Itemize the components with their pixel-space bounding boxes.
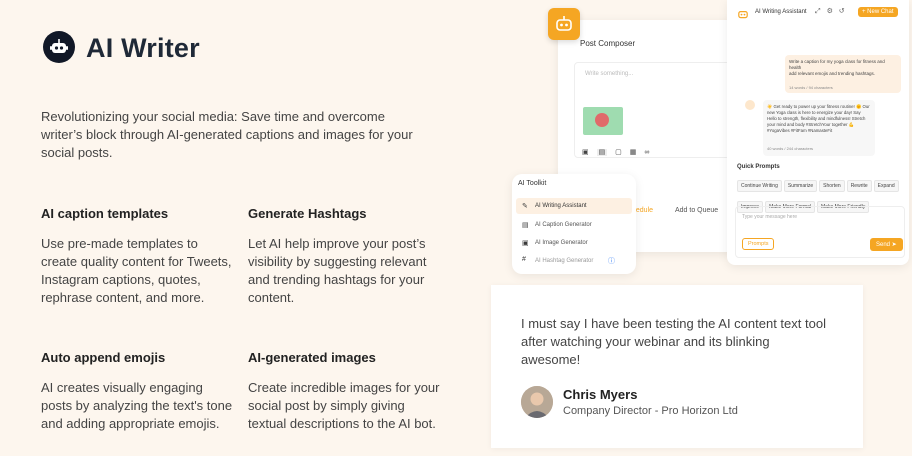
toolkit-item-label: AI Hashtag Generator	[535, 258, 594, 264]
brand-name: AI Writer	[86, 33, 200, 63]
prompts-button[interactable]: Prompts	[742, 238, 775, 250]
ai-toolkit-menu: AI Toolkit ✎ AI Writing Assistant ▤ AI C…	[512, 174, 636, 274]
assistant-title: AI Writing Assistant	[755, 9, 807, 15]
composer-placeholder: Write something...	[585, 71, 634, 77]
assistant-header-icons: ⤢ ⚙ ↺	[815, 7, 845, 16]
feature-title: Auto append emojis	[41, 350, 166, 365]
testimonial-quote: I must say I have been testing the AI co…	[521, 316, 826, 367]
attached-image	[583, 107, 623, 135]
feature-text: Use pre-made templates to create quality…	[41, 236, 232, 305]
add-to-queue-button[interactable]: Add to Queue	[675, 207, 718, 214]
prompt-chip[interactable]: Rewrite	[846, 180, 872, 192]
ai-badge	[548, 8, 580, 40]
composer-title: Post Composer	[580, 39, 636, 48]
info-icon: ⓘ	[608, 258, 615, 265]
intro-text: Revolutionizing your social media: Save …	[41, 109, 413, 160]
prompt-chip[interactable]: Expand	[873, 180, 899, 192]
composer-textarea[interactable]: Write something...	[574, 62, 736, 158]
toolkit-item-label: AI Image Generator	[535, 240, 588, 246]
testimonial-role: Company Director - Pro Horizon Ltd	[563, 405, 738, 417]
toolkit-item-image-generator[interactable]: ▣ AI Image Generator	[516, 235, 632, 251]
caption-icon: ▤	[522, 222, 529, 229]
feature-text: AI creates visually engaging posts by an…	[41, 380, 233, 431]
ai-message-meta: 40 words / 244 characters	[767, 146, 814, 151]
pen-icon: ✎	[522, 203, 528, 210]
folder-icon[interactable]: ▢	[615, 149, 622, 156]
new-chat-button[interactable]: + New Chat	[858, 7, 898, 17]
history-icon[interactable]: ↺	[839, 8, 845, 15]
testimonial-name: Chris Myers	[563, 387, 638, 402]
ai-message-text: ☀️ Get ready to power up your fitness ro…	[767, 104, 870, 133]
message-input-box[interactable]: Type your message here Prompts Send ➤	[735, 206, 905, 258]
composer-toolbar: ▣ ▤ ▢ ▦ ∞	[582, 148, 649, 156]
toolkit-item-label: AI Writing Assistant	[535, 203, 587, 209]
ai-writing-assistant-panel: AI Writing Assistant ⤢ ⚙ ↺ + New Chat Wr…	[727, 0, 909, 265]
testimonial-card: I must say I have been testing the AI co…	[491, 285, 863, 448]
user-message-bubble: Write a caption for my yoga class for fi…	[785, 55, 901, 93]
avatar	[521, 386, 553, 418]
feature-emojis: Auto append emojis AI creates visually e…	[41, 350, 236, 433]
feature-title: AI-generated images	[248, 350, 376, 365]
expand-icon[interactable]: ⤢	[815, 8, 821, 15]
prompt-chip[interactable]: Summarize	[783, 180, 818, 192]
toolkit-item-label: AI Caption Generator	[535, 222, 592, 228]
feature-images: AI-generated images Create incredible im…	[248, 350, 443, 433]
feature-title: Generate Hashtags	[248, 206, 367, 221]
user-message-text: Write a caption for my yoga class for fi…	[789, 59, 885, 76]
image-icon: ▣	[522, 240, 529, 247]
toolkit-title: AI Toolkit	[518, 180, 547, 187]
toolkit-item-hashtag-generator[interactable]: # AI Hashtag Generator ⓘ	[516, 253, 632, 269]
image-icon[interactable]: ▣	[582, 149, 589, 156]
quick-prompts-title: Quick Prompts	[737, 164, 780, 170]
toolkit-item-caption-generator[interactable]: ▤ AI Caption Generator	[516, 217, 632, 233]
feature-hashtags: Generate Hashtags Let AI help improve yo…	[248, 206, 443, 307]
robot-icon	[556, 16, 572, 31]
robot-icon	[50, 39, 68, 53]
hashtag-icon: #	[522, 256, 526, 263]
feature-text: Let AI help improve your post’s visibili…	[248, 236, 427, 305]
user-message-meta: 14 words / 94 characters	[789, 85, 833, 90]
grid-icon[interactable]: ▦	[630, 149, 637, 156]
feature-title: AI caption templates	[41, 206, 169, 221]
assistant-avatar	[745, 100, 755, 110]
brand-logo	[43, 31, 75, 63]
toolkit-item-writing-assistant[interactable]: ✎ AI Writing Assistant	[516, 198, 632, 214]
settings-icon[interactable]: ⚙	[827, 8, 833, 15]
prompt-chip[interactable]: Continue Writing	[737, 180, 782, 192]
ai-icon[interactable]: ▤	[596, 149, 608, 156]
feature-text: Create incredible images for your social…	[248, 380, 440, 431]
robot-icon	[737, 7, 749, 19]
feature-caption-templates: AI caption templates Use pre-made templa…	[41, 206, 236, 307]
prompt-chip[interactable]: Shorten	[819, 180, 845, 192]
link-icon[interactable]: ∞	[644, 149, 649, 156]
message-input-placeholder: Type your message here	[742, 214, 798, 220]
ai-message-bubble: ☀️ Get ready to power up your fitness ro…	[763, 100, 875, 156]
send-button[interactable]: Send ➤	[870, 238, 903, 251]
